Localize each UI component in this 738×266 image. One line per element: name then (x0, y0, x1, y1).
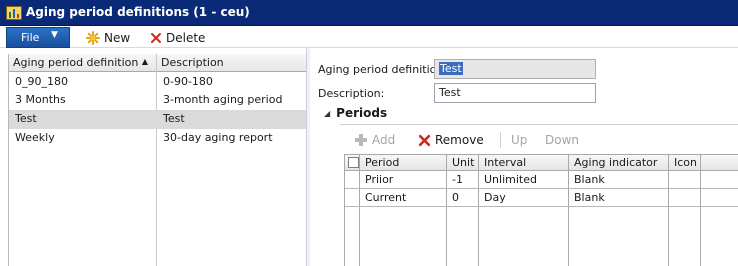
column-header-aging-indicator[interactable]: Aging indicator (570, 156, 661, 169)
cell-description: 30-day aging report (163, 131, 273, 144)
cell-interval: Day (484, 191, 506, 204)
periods-grid: Period Unit Interval Aging indicator Ico… (344, 154, 738, 266)
toolbar-divider (500, 132, 501, 148)
section-divider (340, 124, 738, 125)
new-star-icon (86, 31, 100, 45)
description-label: Description: (318, 87, 385, 100)
remove-button[interactable]: Remove (418, 133, 484, 147)
file-button-label: File (21, 31, 40, 44)
definition-value: Test (439, 62, 463, 75)
cell-definition: Test (15, 112, 37, 125)
definition-field[interactable]: Test (434, 59, 596, 79)
grid-header: Aging period definition ▲ Description (9, 54, 307, 72)
add-plus-icon (355, 134, 367, 146)
cell-aging-indicator: Blank (574, 173, 605, 186)
table-row[interactable]: Weekly 30-day aging report (9, 129, 307, 148)
cell-definition: 3 Months (15, 93, 66, 106)
column-header-period[interactable]: Period (361, 156, 403, 169)
column-header-label: Description (161, 56, 224, 69)
select-all-checkbox[interactable] (348, 157, 359, 168)
delete-button-label: Delete (166, 31, 206, 45)
up-button-label: Up (511, 133, 528, 147)
delete-x-icon (151, 33, 161, 43)
remove-button-label: Remove (435, 133, 484, 147)
table-row-selected[interactable]: Test Test (9, 110, 307, 129)
column-header-icon[interactable]: Icon (670, 156, 701, 169)
cell-description: 0-90-180 (163, 75, 213, 88)
delete-button[interactable]: Delete (150, 29, 205, 47)
periods-grid-header: Period Unit Interval Aging indicator Ico… (345, 155, 738, 171)
action-pane: File ▼ New Delete (0, 26, 738, 48)
new-button-label: New (104, 31, 131, 45)
column-header-description[interactable]: Description (157, 54, 307, 72)
cell-unit: -1 (452, 173, 463, 186)
cell-period: Current (365, 191, 407, 204)
cell-definition: 0_90_180 (15, 75, 68, 88)
chevron-down-icon: ▼ (51, 30, 58, 40)
periods-toolbar: Add Remove Up Down (340, 128, 738, 152)
sort-ascending-icon: ▲ (141, 57, 148, 66)
new-button[interactable]: New (86, 29, 130, 47)
cell-interval: Unlimited (484, 173, 537, 186)
cell-description: 3-month aging period (163, 93, 283, 106)
table-row[interactable]: 3 Months 3-month aging period (9, 91, 307, 110)
app-window-icon (6, 6, 22, 20)
collapse-triangle-icon: ◢ (324, 108, 331, 118)
description-field[interactable]: Test (434, 83, 596, 103)
down-button-label: Down (545, 133, 580, 147)
down-button[interactable]: Down (545, 133, 579, 147)
remove-x-icon (418, 134, 431, 146)
section-title: Periods (336, 106, 388, 120)
cell-unit: 0 (452, 191, 459, 204)
column-header-unit[interactable]: Unit (448, 156, 478, 169)
details-pane: Aging period definition: Test Descriptio… (310, 48, 738, 266)
up-button[interactable]: Up (511, 133, 527, 147)
title-bar: Aging period definitions (1 - ceu) (0, 0, 738, 26)
column-header-definition[interactable]: Aging period definition ▲ (9, 54, 157, 72)
cell-definition: Weekly (15, 131, 55, 144)
column-header-interval[interactable]: Interval (480, 156, 530, 169)
cell-period: Priior (365, 173, 394, 186)
aging-definitions-grid: Aging period definition ▲ Description 0_… (8, 54, 307, 266)
cell-aging-indicator: Blank (574, 191, 605, 204)
add-button-label: Add (372, 133, 396, 147)
add-button[interactable]: Add (354, 133, 395, 147)
window-title: Aging period definitions (1 - ceu) (26, 5, 250, 19)
column-header-label: Aging period definition (13, 56, 139, 69)
definition-label: Aging period definition: (318, 63, 448, 76)
file-menu-button[interactable]: File ▼ (6, 27, 70, 48)
table-row[interactable]: Priior -1 Unlimited Blank (345, 171, 738, 189)
cell-description: Test (163, 112, 185, 125)
periods-section-header[interactable]: ◢ Periods (324, 106, 387, 120)
description-value: Test (439, 86, 461, 99)
table-row[interactable]: 0_90_180 0-90-180 (9, 73, 307, 92)
table-row[interactable]: Current 0 Day Blank (345, 189, 738, 207)
